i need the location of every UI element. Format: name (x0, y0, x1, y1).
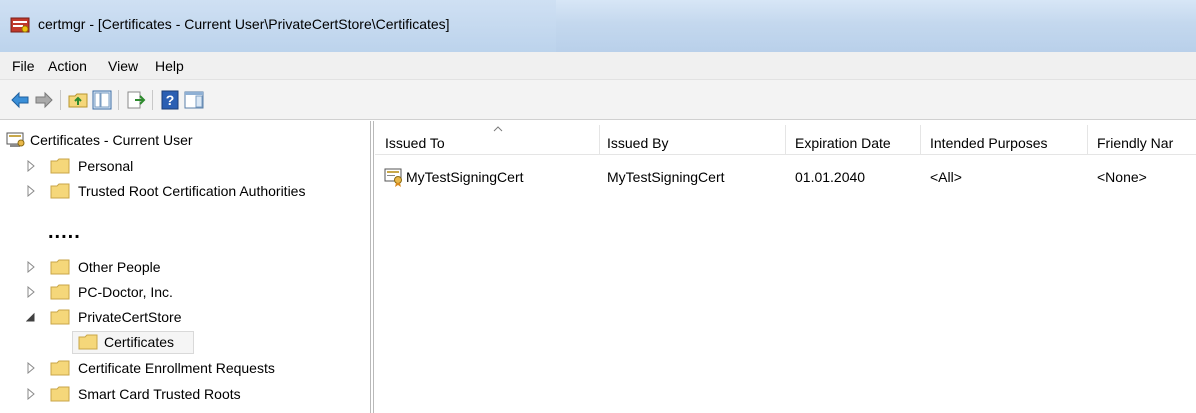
forward-arrow-icon[interactable] (34, 90, 54, 110)
tree-item-label: PC-Doctor, Inc. (78, 284, 173, 300)
column-header-label: Friendly Nar (1097, 135, 1174, 151)
folder-icon (50, 309, 70, 325)
tree-item-trusted-root[interactable]: Trusted Root Certification Authorities (6, 182, 366, 204)
collapse-arrow-icon[interactable] (26, 311, 36, 323)
tree-item-label: Certificates (104, 334, 175, 350)
toolbar-separator (152, 90, 153, 110)
omitted-items-ellipsis: ..... (48, 221, 81, 243)
column-divider[interactable] (599, 125, 600, 155)
expand-arrow-icon[interactable] (26, 160, 36, 172)
expand-arrow-icon[interactable] (26, 286, 36, 298)
svg-text:?: ? (166, 92, 175, 108)
tree-item-label: Certificate Enrollment Requests (78, 360, 275, 376)
cell-issued-by: MyTestSigningCert (607, 169, 725, 185)
folder-icon (50, 284, 70, 300)
title-bar[interactable]: certmgr - [Certificates - Current User\P… (0, 0, 1196, 52)
export-list-icon[interactable] (126, 90, 146, 110)
certificate-list[interactable]: Issued To Issued By Expiration Date Inte… (375, 121, 1196, 413)
menu-action[interactable]: Action (48, 58, 87, 74)
menu-file[interactable]: File (12, 58, 35, 74)
tree-item-personal[interactable]: Personal (6, 157, 366, 179)
tree-root[interactable]: Certificates - Current User (6, 131, 366, 153)
column-header-label: Intended Purposes (930, 135, 1048, 151)
tree-item-smart-card-roots[interactable]: Smart Card Trusted Roots (6, 385, 366, 407)
column-divider[interactable] (1087, 125, 1088, 155)
pane-splitter[interactable] (370, 121, 374, 413)
console-tree[interactable]: Certificates - Current User Personal Tru… (0, 121, 370, 413)
column-header-issued-to[interactable]: Issued To (385, 121, 599, 155)
tree-item-other-people[interactable]: Other People (6, 258, 366, 280)
folder-icon (50, 360, 70, 376)
expand-arrow-icon[interactable] (26, 388, 36, 400)
expand-arrow-icon[interactable] (26, 261, 36, 273)
column-divider[interactable] (920, 125, 921, 155)
toolbar-separator (60, 90, 61, 110)
column-divider[interactable] (785, 125, 786, 155)
menu-bar: File Action View Help (0, 52, 1196, 80)
action-pane-icon[interactable] (184, 90, 204, 110)
column-header-intended-purposes[interactable]: Intended Purposes (930, 121, 1085, 155)
folder-icon (50, 259, 70, 275)
certificate-store-icon (6, 132, 25, 147)
tree-item-label: Smart Card Trusted Roots (78, 386, 241, 402)
tree-item-pc-doctor[interactable]: PC-Doctor, Inc. (6, 283, 366, 305)
column-header-label: Issued To (385, 135, 445, 151)
menu-view[interactable]: View (108, 58, 138, 74)
folder-icon (50, 386, 70, 402)
folder-icon (50, 158, 70, 174)
column-header-row: Issued To Issued By Expiration Date Inte… (375, 121, 1196, 155)
folder-icon (78, 334, 98, 350)
tree-item-privatecertstore[interactable]: PrivateCertStore (6, 308, 366, 330)
tree-item-certificates[interactable]: Certificates (78, 333, 198, 355)
cell-friendly-name: <None> (1097, 169, 1147, 185)
column-header-label: Issued By (607, 135, 669, 151)
expand-arrow-icon[interactable] (26, 185, 36, 197)
menu-help[interactable]: Help (155, 58, 184, 74)
toolbar-separator (118, 90, 119, 110)
column-header-label: Expiration Date (795, 135, 891, 151)
certificate-manager-icon[interactable] (10, 15, 30, 35)
tree-item-label: Other People (78, 259, 161, 275)
tree-item-label: Personal (78, 158, 134, 174)
help-icon[interactable]: ? (160, 90, 180, 110)
tree-item-label: Trusted Root Certification Authorities (78, 183, 306, 199)
expand-arrow-icon[interactable] (26, 362, 36, 374)
show-hide-console-tree-icon[interactable] (92, 90, 112, 110)
cell-issued-to[interactable]: MyTestSigningCert (406, 169, 524, 185)
toolbar: ? (0, 80, 1196, 120)
column-header-friendly-name[interactable]: Friendly Nar (1097, 121, 1196, 155)
tree-item-label: PrivateCertStore (78, 309, 182, 325)
tree-item-enrollment-requests[interactable]: Certificate Enrollment Requests (6, 359, 366, 381)
certificate-icon (384, 168, 402, 187)
tree-root-label: Certificates - Current User (30, 132, 193, 148)
window-title: certmgr - [Certificates - Current User\P… (38, 16, 450, 32)
cell-expiration-date: 01.01.2040 (795, 169, 866, 185)
folder-icon (50, 183, 70, 199)
cell-intended-purposes: <All> (930, 169, 962, 185)
back-arrow-icon[interactable] (10, 90, 30, 110)
column-header-expiration-date[interactable]: Expiration Date (795, 121, 920, 155)
sort-ascending-icon (493, 126, 503, 132)
column-header-issued-by[interactable]: Issued By (607, 121, 787, 155)
up-folder-icon[interactable] (68, 90, 88, 110)
